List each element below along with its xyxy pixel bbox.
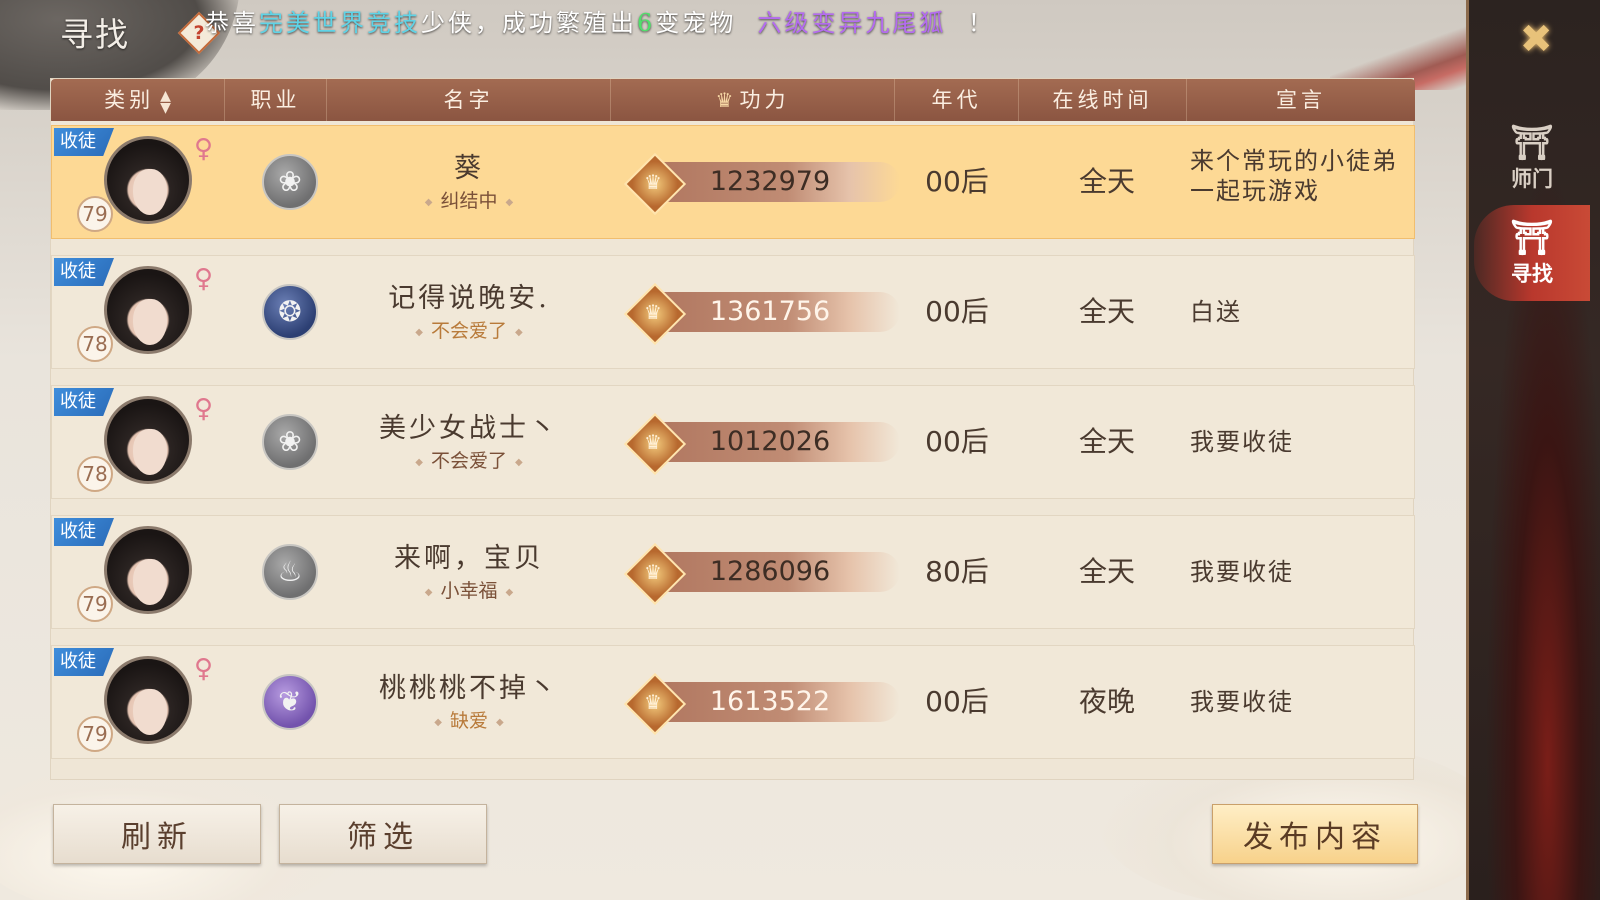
avatar[interactable] <box>104 396 192 484</box>
avatar[interactable] <box>104 526 192 614</box>
avatar[interactable] <box>104 656 192 744</box>
recruit-badge: 收徒 <box>54 648 114 676</box>
publish-button[interactable]: 发布内容 <box>1212 804 1418 864</box>
gate-icon: ⛩ <box>1510 123 1554 163</box>
declaration: 白送 <box>1190 298 1242 326</box>
game-window: 寻找 ? 恭喜完美世界竞技少侠，成功繁殖出6变宠物 六级变异九尾狐 ！ 类别 ▲ ▼… <box>0 0 1600 900</box>
online-time: 全天 <box>1078 295 1135 328</box>
female-icon: ♀ <box>194 264 214 294</box>
header-category[interactable]: 类别 ▲ ▼ <box>51 79 225 121</box>
player-status: 不会爱了 <box>328 316 610 343</box>
flame-icon: ♨ <box>262 544 318 600</box>
power-value: 1286096 <box>709 556 831 587</box>
power-value: 1613522 <box>709 686 831 717</box>
declaration: 我要收徒 <box>1190 558 1294 586</box>
announce-suffix: ！ <box>967 9 995 37</box>
recruit-badge: 收徒 <box>54 388 114 416</box>
header-power-label: 功力 <box>739 88 790 112</box>
announce-prefix: 恭喜 <box>205 9 259 37</box>
player-name: 来啊，宝贝 <box>394 543 544 574</box>
header-power: ♛ 功力 <box>611 79 895 121</box>
power-value: 1232979 <box>709 166 831 197</box>
declaration: 我要收徒 <box>1190 688 1294 716</box>
header-category-label: 类别 <box>104 88 155 112</box>
refresh-button[interactable]: 刷新 <box>53 804 261 864</box>
header-name: 名字 <box>327 79 611 121</box>
table-row[interactable]: 收徒 79 ♀ ❦ 桃桃桃不掉丶 缺爱 ♛ 1613522 00后 夜晚 我要收… <box>51 645 1415 759</box>
online-time: 全天 <box>1078 165 1135 198</box>
header-declaration: 宣言 <box>1276 88 1326 112</box>
table-row[interactable]: 收徒 78 ♀ ❂ 记得说晚安. 不会爱了 ♛ 1361756 00后 全天 白… <box>51 255 1415 369</box>
header-era: 年代 <box>895 79 1019 121</box>
online-time: 全天 <box>1078 425 1135 458</box>
mentor-table: 类别▲▼ 职业 名字 ♛功力 年代 在线时间 宣言 收徒 79 ♀ ❀ 葵 纠结… <box>50 78 1415 780</box>
page-title: 寻找 <box>60 15 130 54</box>
tab-xunzhao[interactable]: ⛩ 寻找 <box>1474 205 1590 301</box>
table-row[interactable]: 收徒 79 ♨ 来啊，宝贝 小幸福 ♛ 1286096 80后 全天 我要收徒 <box>51 515 1415 629</box>
filter-button[interactable]: 筛选 <box>279 804 487 864</box>
recruit-badge: 收徒 <box>54 128 114 156</box>
player-name: 桃桃桃不掉丶 <box>379 673 559 704</box>
avatar[interactable] <box>104 266 192 354</box>
announce-mid: 少侠，成功繁殖出 <box>421 9 637 37</box>
announce-pet-type: 变宠物 <box>655 9 737 37</box>
lotus-icon: ❀ <box>262 154 318 210</box>
player-status: 小幸福 <box>328 576 610 603</box>
level-badge: 78 <box>77 456 113 492</box>
table-header: 类别 ▲ ▼ 职业 名字 ♛ 功力 年代 在线时间 宣言 <box>51 79 1415 121</box>
player-status: 不会爱了 <box>328 446 610 473</box>
recruit-badge: 收徒 <box>54 258 114 286</box>
era-value: 00后 <box>925 295 989 328</box>
player-name: 葵 <box>454 153 484 184</box>
sort-icon[interactable]: ▲ ▼ <box>160 89 171 115</box>
table-row[interactable]: 收徒 79 ♀ ❀ 葵 纠结中 ♛ 1232979 00后 全天 来个常玩的小徒… <box>51 125 1415 239</box>
level-badge: 79 <box>77 586 113 622</box>
female-icon: ♀ <box>194 394 214 424</box>
era-value: 00后 <box>925 165 989 198</box>
fan-icon: ❦ <box>262 674 318 730</box>
level-badge: 78 <box>77 326 113 362</box>
crown-icon: ♛ <box>715 88 734 112</box>
power-value: 1361756 <box>709 296 831 327</box>
online-time: 夜晚 <box>1078 685 1135 718</box>
power-value: 1012026 <box>709 426 831 457</box>
female-icon: ♀ <box>194 654 214 684</box>
declaration: 来个常玩的小徒弟一起玩游戏 <box>1190 147 1398 205</box>
online-time: 全天 <box>1078 555 1135 588</box>
era-value: 80后 <box>925 555 989 588</box>
tab-shimen-label: 师门 <box>1511 166 1553 191</box>
table-row[interactable]: 收徒 78 ♀ ❀ 美少女战士丶 不会爱了 ♛ 1012026 00后 全天 我… <box>51 385 1415 499</box>
player-name: 记得说晚安. <box>388 283 550 314</box>
level-badge: 79 <box>77 196 113 232</box>
avatar[interactable] <box>104 136 192 224</box>
recruit-badge: 收徒 <box>54 518 114 546</box>
era-value: 00后 <box>925 685 989 718</box>
player-status: 缺爱 <box>328 706 610 733</box>
player-name: 美少女战士丶 <box>379 413 559 444</box>
era-value: 00后 <box>925 425 989 458</box>
announce-number: 6 <box>637 9 656 37</box>
announcement-banner: 恭喜完美世界竞技少侠，成功繁殖出6变宠物 六级变异九尾狐 ！ <box>205 3 1435 43</box>
announce-player: 完美世界竞技 <box>259 9 421 37</box>
swirl-icon: ❂ <box>262 284 318 340</box>
female-icon: ♀ <box>194 134 214 164</box>
player-status: 纠结中 <box>328 186 610 213</box>
announce-pet-name: 六级变异九尾狐 <box>757 9 947 37</box>
gate-icon: ⛩ <box>1510 218 1554 258</box>
declaration: 我要收徒 <box>1190 428 1294 456</box>
lotus-icon: ❀ <box>262 414 318 470</box>
level-badge: 79 <box>77 716 113 752</box>
tab-shimen[interactable]: ⛩ 师门 <box>1474 110 1590 206</box>
header-online: 在线时间 <box>1019 79 1187 121</box>
tab-xunzhao-label: 寻找 <box>1511 261 1553 286</box>
header-class: 职业 <box>225 79 327 121</box>
